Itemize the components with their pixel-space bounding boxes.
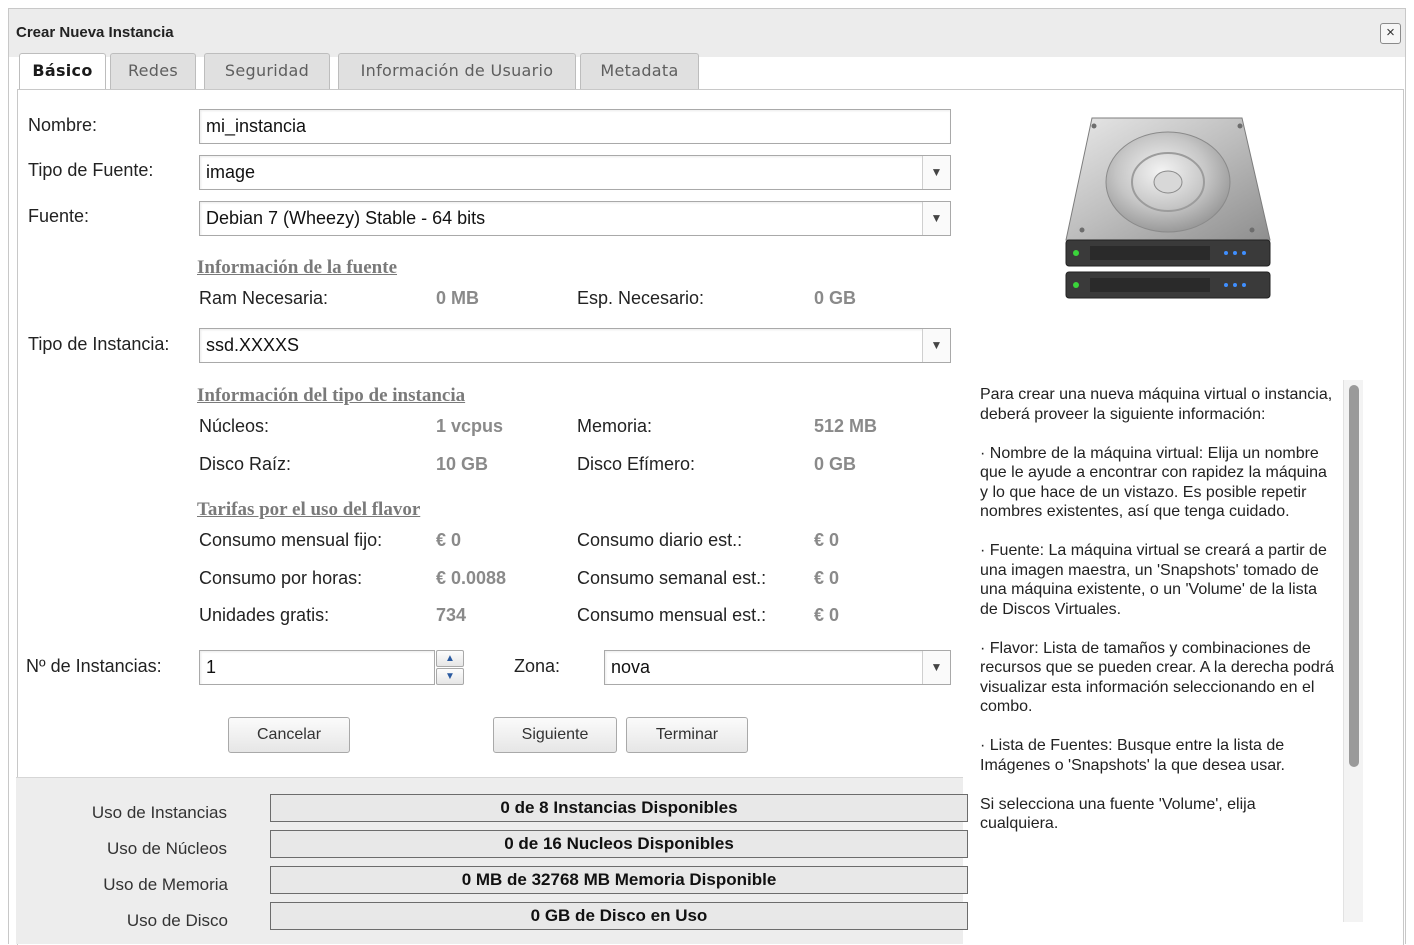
close-icon[interactable]: × xyxy=(1380,23,1401,44)
zone-value: nova xyxy=(611,657,651,677)
source-info-heading[interactable]: Información de la fuente xyxy=(197,257,397,279)
help-panel: Para crear una nueva máquina virtual o i… xyxy=(980,385,1336,925)
source-type-value: image xyxy=(206,162,256,182)
monthly-fixed-label: Consumo mensual fijo: xyxy=(199,530,383,550)
usage-cores-label: Uso de Núcleos xyxy=(106,839,227,858)
disk-required-value: 0 GB xyxy=(814,288,857,308)
next-button[interactable]: Siguiente xyxy=(493,717,617,753)
usage-disk-bar: 0 GB de Disco en Uso xyxy=(270,902,968,930)
chevron-down-icon[interactable]: ▼ xyxy=(922,156,950,189)
tab-metadata[interactable]: Metadata xyxy=(580,53,699,89)
tab-informacion-usuario[interactable]: Información de Usuario xyxy=(338,53,576,89)
name-label: Nombre: xyxy=(28,115,98,135)
zone-label: Zona: xyxy=(514,656,561,676)
rates-heading[interactable]: Tarifas por el uso del flavor xyxy=(197,499,420,521)
instance-type-select[interactable]: ssd.XXXXS ▼ xyxy=(199,328,951,363)
name-input[interactable]: mi_instancia xyxy=(199,109,951,144)
zone-select[interactable]: nova ▼ xyxy=(604,650,951,685)
source-select[interactable]: Debian 7 (Wheezy) Stable - 64 bits ▼ xyxy=(199,201,951,236)
chevron-down-icon[interactable]: ▼ xyxy=(922,329,950,362)
memory-value: 512 MB xyxy=(814,416,878,436)
monthly-est-label: Consumo mensual est.: xyxy=(577,605,767,625)
help-paragraph: · Lista de Fuentes: Busque entre la list… xyxy=(980,737,1285,774)
monthly-est-value: € 0 xyxy=(814,605,840,625)
disk-required-label: Esp. Necesario: xyxy=(577,288,705,308)
root-disk-label: Disco Raíz: xyxy=(199,454,292,474)
chevron-down-icon[interactable]: ▼ xyxy=(922,651,950,684)
instance-count-stepper: ▲ ▼ xyxy=(436,650,464,685)
free-units-label: Unidades gratis: xyxy=(199,605,330,625)
chevron-up-icon[interactable]: ▲ xyxy=(436,650,464,667)
hourly-value: € 0.0088 xyxy=(436,568,507,588)
finish-button[interactable]: Terminar xyxy=(626,717,748,753)
tab-redes[interactable]: Redes xyxy=(110,53,196,89)
free-units-value: 734 xyxy=(436,605,467,625)
scrollbar-thumb[interactable] xyxy=(1349,385,1359,767)
ram-required-label: Ram Necesaria: xyxy=(199,288,329,308)
dialog-titlebar: Crear Nueva Instancia × xyxy=(9,9,1405,57)
chevron-down-icon[interactable]: ▼ xyxy=(922,202,950,235)
ephemeral-disk-label: Disco Efímero: xyxy=(577,454,696,474)
help-paragraph: · Nombre de la máquina virtual: Elija un… xyxy=(980,444,1327,521)
instance-count-input[interactable]: 1 xyxy=(199,650,435,685)
usage-disk-label: Uso de Disco xyxy=(126,911,228,930)
usage-cores-bar: 0 de 16 Nucleos Disponibles xyxy=(270,830,968,858)
source-value: Debian 7 (Wheezy) Stable - 64 bits xyxy=(206,208,486,228)
instance-type-label: Tipo de Instancia: xyxy=(28,334,170,354)
instance-count-label: Nº de Instancias: xyxy=(26,656,162,676)
help-paragraph: Si selecciona una fuente 'Volume', elija… xyxy=(980,795,1256,833)
source-type-label: Tipo de Fuente: xyxy=(28,160,154,180)
cores-label: Núcleos: xyxy=(199,416,270,436)
hourly-label: Consumo por horas: xyxy=(199,568,363,588)
memory-label: Memoria: xyxy=(577,416,653,436)
root-disk-value: 10 GB xyxy=(436,454,489,474)
tab-seguridad[interactable]: Seguridad xyxy=(204,53,330,89)
ram-required-value: 0 MB xyxy=(436,288,480,308)
dialog-title: Crear Nueva Instancia xyxy=(16,24,174,41)
usage-memory-bar: 0 MB de 32768 MB Memoria Disponible xyxy=(270,866,968,894)
cores-value: 1 vcpus xyxy=(436,416,504,436)
help-scrollbar[interactable] xyxy=(1343,380,1363,922)
hard-drive-icon xyxy=(1065,117,1271,299)
tab-basico[interactable]: Básico xyxy=(19,53,106,90)
help-paragraph: · Flavor: Lista de tamaños y combinacion… xyxy=(980,639,1335,716)
instance-type-value: ssd.XXXXS xyxy=(206,335,300,355)
usage-instances-bar: 0 de 8 Instancias Disponibles xyxy=(270,794,968,822)
help-paragraph: Para crear una nueva máquina virtual o i… xyxy=(980,386,1333,423)
usage-instances-label: Uso de Instancias xyxy=(91,803,227,822)
flavor-info-heading[interactable]: Información del tipo de instancia xyxy=(197,385,465,407)
daily-est-value: € 0 xyxy=(814,530,840,550)
daily-est-label: Consumo diario est.: xyxy=(577,530,743,550)
monthly-fixed-value: € 0 xyxy=(436,530,462,550)
weekly-est-label: Consumo semanal est.: xyxy=(577,568,767,588)
ephemeral-disk-value: 0 GB xyxy=(814,454,857,474)
weekly-est-value: € 0 xyxy=(814,568,840,588)
help-paragraph: · Fuente: La máquina virtual se creará a… xyxy=(980,542,1327,618)
usage-memory-label: Uso de Memoria xyxy=(103,875,228,894)
source-type-select[interactable]: image ▼ xyxy=(199,155,951,190)
quota-usage-panel: Uso de Instancias 0 de 8 Instancias Disp… xyxy=(16,777,968,944)
cancel-button[interactable]: Cancelar xyxy=(228,717,350,753)
source-label: Fuente: xyxy=(28,206,90,226)
chevron-down-icon[interactable]: ▼ xyxy=(436,668,464,685)
